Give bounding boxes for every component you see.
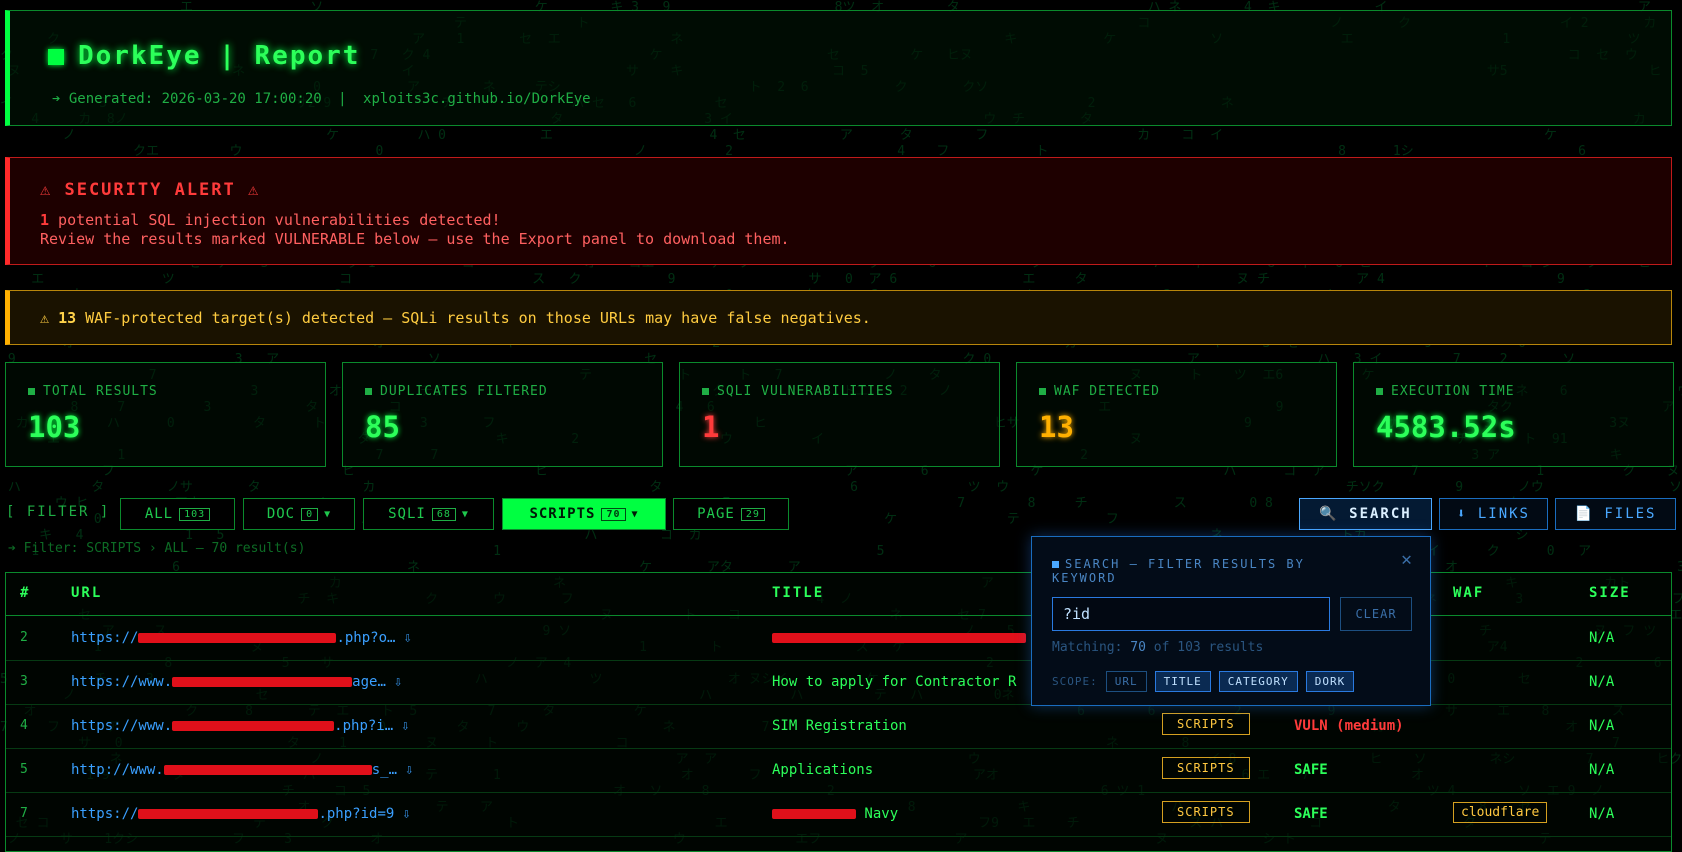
- scope-title-chip[interactable]: TITLE: [1155, 671, 1211, 692]
- search-button[interactable]: 🔍 SEARCH: [1299, 498, 1432, 530]
- vuln-count: 1: [40, 211, 49, 229]
- filter-count-badge: 29: [741, 508, 765, 521]
- dropdown-arrow-icon: ▼: [462, 509, 469, 520]
- warning-icon: ⚠: [40, 309, 49, 327]
- category-badge: SCRIPTS: [1162, 713, 1250, 735]
- filter-count-badge: 0: [301, 508, 318, 521]
- filter-status: ➔ Filter: SCRIPTS › ALL — 70 result(s): [8, 541, 305, 556]
- col-num[interactable]: #: [20, 585, 30, 601]
- download-icon[interactable]: ⇩: [403, 630, 411, 646]
- result-title: Applications: [772, 762, 873, 778]
- download-icon[interactable]: ⇩: [401, 718, 409, 734]
- stat-sqli-vulnerabilities: SQLI VULNERABILITIES 1: [679, 362, 1000, 467]
- filter-count-badge: 103: [179, 508, 210, 521]
- square-icon: [28, 388, 35, 395]
- table-row: 7 https://.php?id=9 ⇩ Navy SCRIPTS SAFE c…: [6, 792, 1671, 837]
- alert-line-1: 1 potential SQL injection vulnerabilitie…: [40, 211, 501, 229]
- waf-notice: ⚠ 13 WAF-protected target(s) detected — …: [5, 290, 1672, 345]
- square-icon: [1376, 388, 1383, 395]
- alert-heading: ⚠ SECURITY ALERT ⚠: [40, 180, 260, 200]
- stat-waf-detected: WAF DETECTED 13: [1016, 362, 1337, 467]
- col-url[interactable]: URL: [71, 585, 102, 601]
- sqli-status: SAFE: [1294, 806, 1328, 822]
- project-site: xploits3c.github.io/DorkEye: [363, 91, 591, 107]
- match-count: Matching: 70 of 103 results: [1052, 640, 1263, 655]
- stat-value: 4583.52s: [1376, 410, 1516, 444]
- waf-count: 13: [58, 309, 76, 327]
- scope-selector: SCOPE: URL TITLE CATEGORY DORK: [1052, 671, 1354, 692]
- stat-total-results: TOTAL RESULTS 103: [5, 362, 326, 467]
- report-header: DorkEye | Report ➔ Generated: 2026-03-20…: [5, 10, 1672, 126]
- square-icon: [1039, 388, 1046, 395]
- square-icon: [48, 49, 64, 65]
- sqli-status: VULN (medium): [1294, 718, 1404, 734]
- filter-sqli-button[interactable]: SQLI 68 ▼: [363, 498, 494, 530]
- redacted-mark: [772, 809, 856, 819]
- square-icon: [702, 388, 709, 395]
- redacted-mark: [172, 721, 334, 731]
- dropdown-arrow-icon: ▼: [324, 509, 331, 520]
- security-alert: ⚠ SECURITY ALERT ⚠ 1 potential SQL injec…: [5, 157, 1672, 265]
- filter-count-badge: 70: [601, 508, 625, 521]
- filter-doc-button[interactable]: DOC 0 ▼: [243, 498, 355, 530]
- scope-label: SCOPE:: [1052, 675, 1098, 688]
- result-title: How to apply for Contractor R: [772, 674, 1016, 690]
- filter-count-badge: 68: [432, 508, 456, 521]
- result-url-link[interactable]: https://www. .php?i… ⇩: [71, 718, 410, 734]
- result-url-link[interactable]: https://.php?o… ⇩: [71, 630, 412, 646]
- download-icon[interactable]: ⇩: [405, 762, 413, 778]
- redacted-mark: [164, 765, 372, 775]
- files-button[interactable]: 📄 FILES: [1555, 498, 1676, 530]
- table-row: 5 http://www. s_… ⇩ Applications SCRIPTS S…: [6, 748, 1671, 793]
- redacted-mark: [172, 677, 352, 687]
- result-url-link[interactable]: https://www. age… ⇩: [71, 674, 402, 690]
- category-badge: SCRIPTS: [1162, 801, 1250, 823]
- sqli-status: SAFE: [1294, 762, 1328, 778]
- scope-dork-chip[interactable]: DORK: [1306, 671, 1355, 692]
- stat-execution-time: EXECUTION TIME 4583.52s: [1353, 362, 1674, 467]
- close-icon[interactable]: ✕: [1401, 549, 1412, 570]
- filter-all-button[interactable]: ALL 103: [120, 498, 235, 530]
- search-popup: SEARCH — FILTER RESULTS BY KEYWORD ✕ CLE…: [1031, 536, 1431, 706]
- result-title: [772, 630, 1026, 646]
- redacted-mark: [138, 809, 318, 819]
- col-size[interactable]: SIZE: [1589, 585, 1631, 601]
- col-title[interactable]: TITLE: [772, 585, 824, 601]
- scope-url-chip[interactable]: URL: [1106, 671, 1147, 692]
- square-icon: [365, 388, 372, 395]
- stat-duplicates-filtered: DUPLICATES FILTERED 85: [342, 362, 663, 467]
- square-icon: [1052, 561, 1059, 568]
- stat-value: 13: [1039, 410, 1074, 444]
- download-icon[interactable]: ⇩: [394, 674, 402, 690]
- dropdown-arrow-icon: ▼: [632, 509, 639, 520]
- result-url-link[interactable]: https://.php?id=9 ⇩: [71, 806, 411, 822]
- report-meta: ➔ Generated: 2026-03-20 17:00:20 | xploi…: [52, 91, 599, 107]
- col-waf[interactable]: WAF: [1453, 585, 1484, 601]
- filter-scripts-button[interactable]: SCRIPTS 70 ▼: [502, 498, 666, 530]
- stat-value: 85: [365, 410, 400, 444]
- page-title: DorkEye | Report: [48, 41, 360, 71]
- meta-separator: |: [338, 91, 346, 107]
- category-badge: SCRIPTS: [1162, 757, 1250, 779]
- waf-badge: cloudflare: [1453, 802, 1547, 823]
- scope-category-chip[interactable]: CATEGORY: [1219, 671, 1298, 692]
- stat-value: 1: [702, 410, 719, 444]
- alert-line-2: Review the results marked VULNERABLE bel…: [40, 230, 790, 248]
- popup-title: SEARCH — FILTER RESULTS BY KEYWORD: [1052, 557, 1362, 585]
- filter-page-button[interactable]: PAGE 29: [673, 498, 789, 530]
- result-title: Navy: [772, 806, 898, 822]
- filter-label: [ FILTER ]: [6, 504, 110, 520]
- result-title: SIM Registration: [772, 718, 907, 734]
- table-row: 4 https://www. .php?i… ⇩ SIM Registration …: [6, 704, 1671, 749]
- redacted-mark: [772, 633, 1026, 643]
- stat-value: 103: [28, 410, 80, 444]
- search-input[interactable]: [1052, 597, 1330, 631]
- generated-timestamp: ➔ Generated: 2026-03-20 17:00:20: [52, 91, 322, 107]
- links-button[interactable]: ⬇ LINKS: [1439, 498, 1548, 530]
- result-url-link[interactable]: http://www. s_… ⇩: [71, 762, 413, 778]
- clear-button[interactable]: CLEAR: [1340, 597, 1412, 631]
- redacted-mark: [138, 633, 336, 643]
- download-icon[interactable]: ⇩: [402, 806, 410, 822]
